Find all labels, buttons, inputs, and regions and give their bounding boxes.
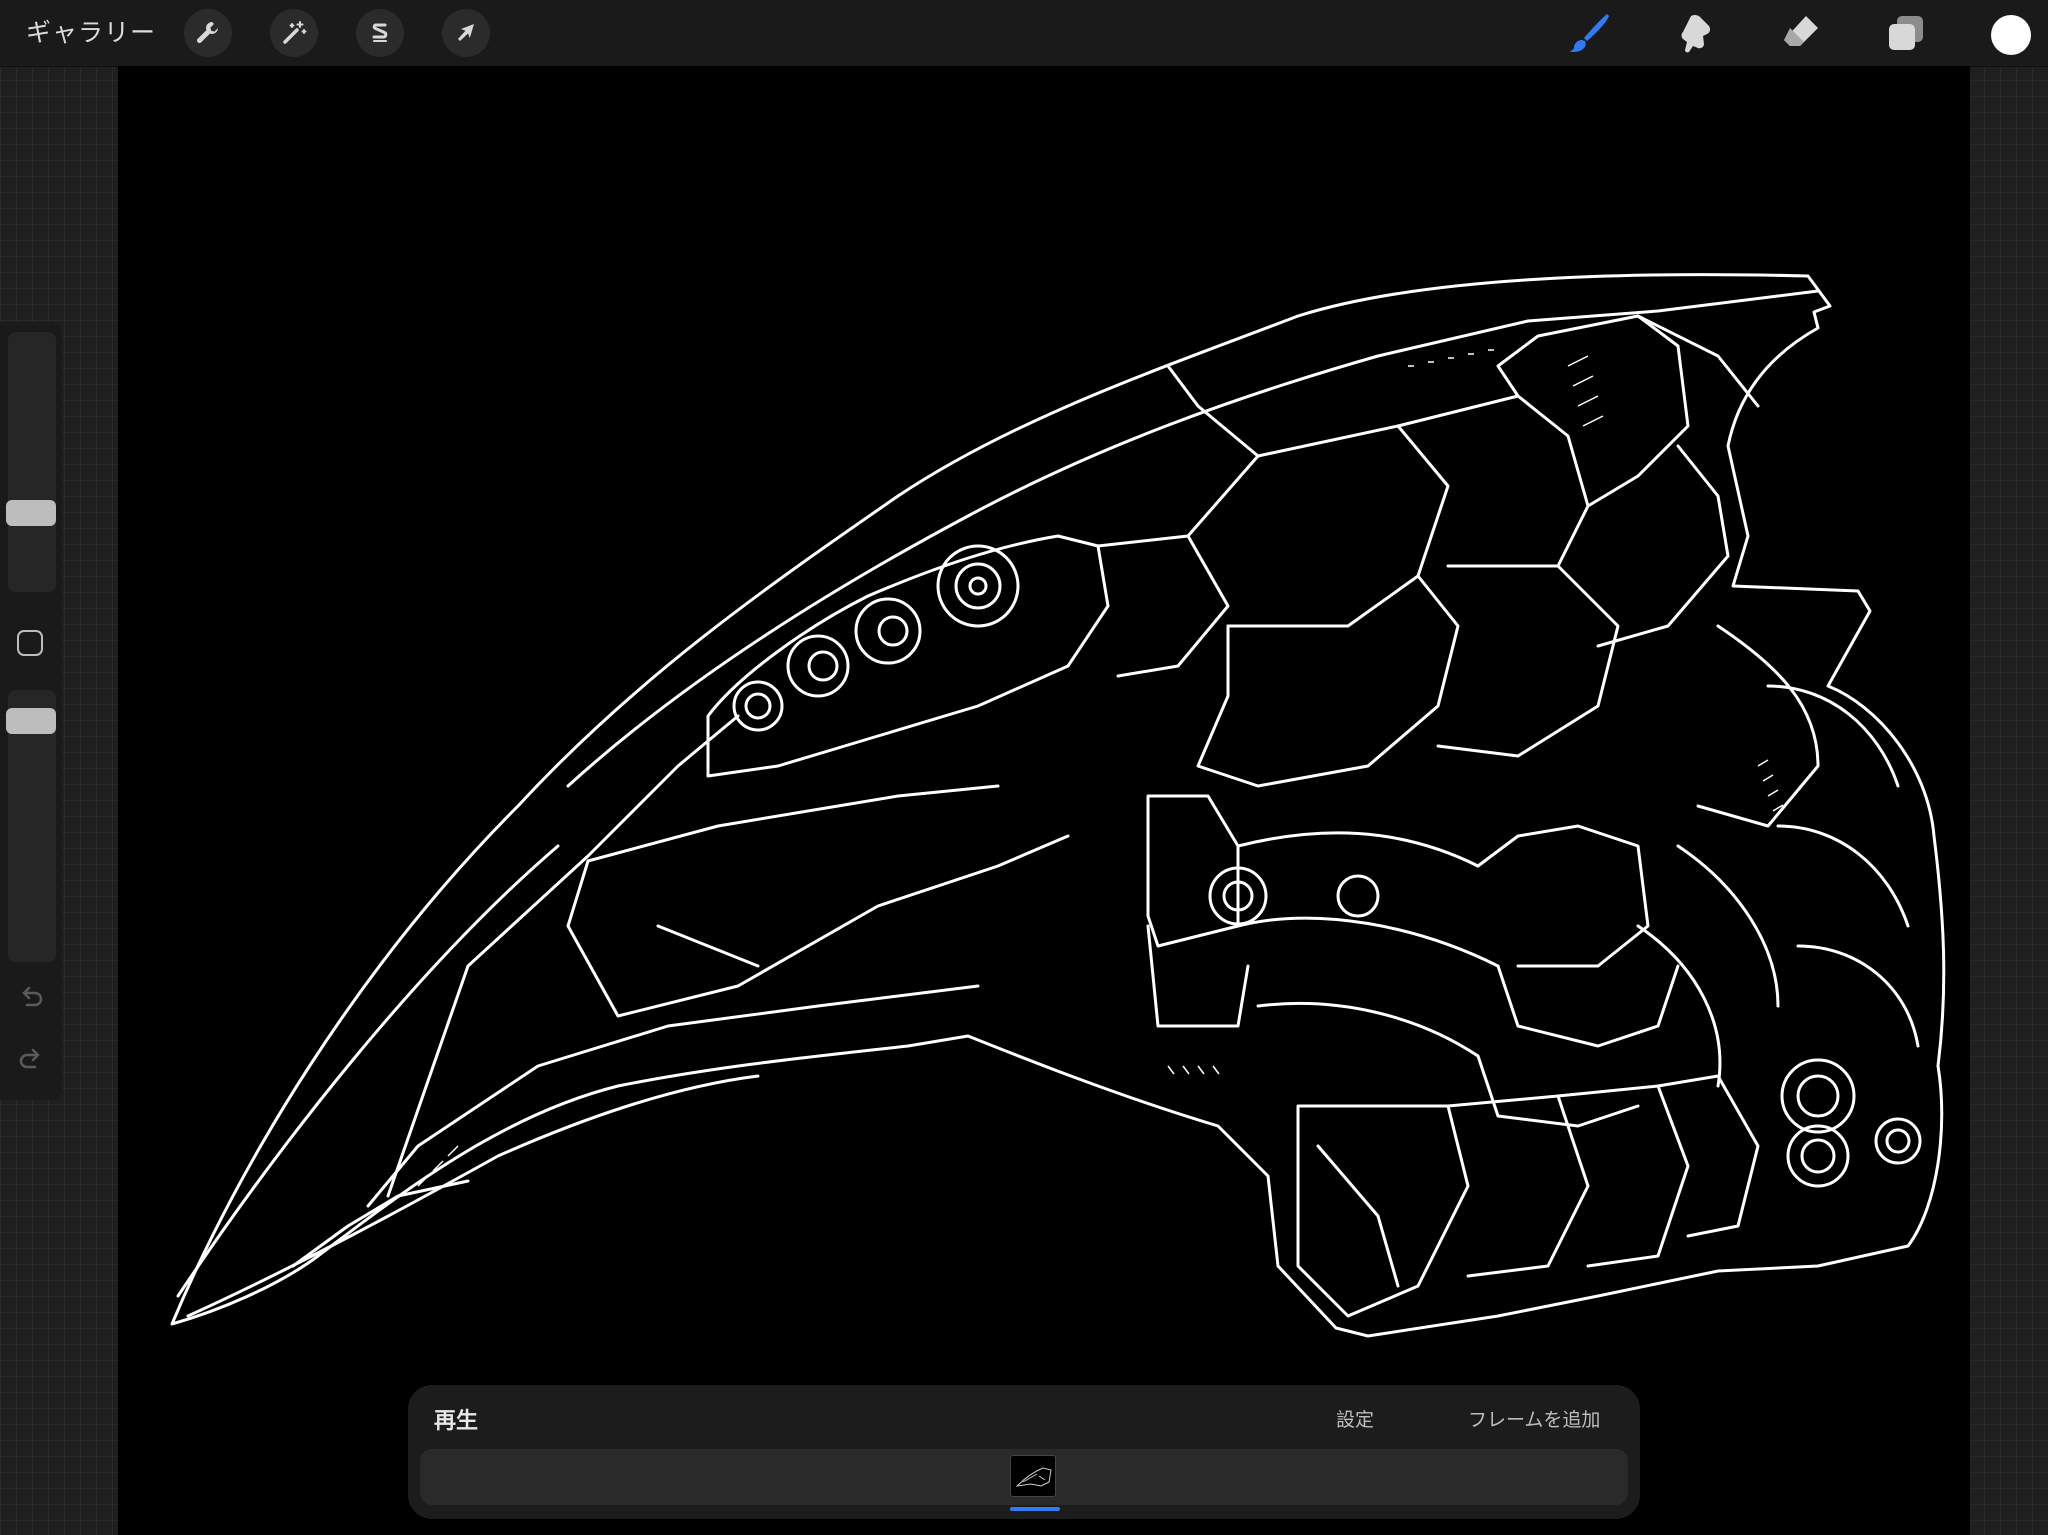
brush-size-thumb[interactable] — [6, 500, 56, 526]
animation-assist-panel: 再生 設定 フレームを追加 — [408, 1385, 1640, 1519]
drawing-canvas[interactable] — [118, 66, 1970, 1535]
color-picker-button[interactable] — [1991, 15, 2031, 55]
mech-helmet-line-art — [170, 273, 1946, 1338]
frame-thumbnail[interactable] — [1010, 1455, 1056, 1497]
undo-button[interactable] — [16, 982, 46, 1012]
arrow-cursor-icon — [458, 24, 474, 41]
brush-size-slider[interactable] — [8, 332, 56, 592]
smudge-icon — [1681, 14, 1711, 53]
layers-icon — [1889, 16, 1923, 50]
brush-icon — [1569, 14, 1609, 52]
eraser-tool[interactable] — [1776, 8, 1826, 58]
smudge-tool[interactable] — [1671, 8, 1721, 58]
brush-tool[interactable] — [1565, 8, 1615, 58]
add-frame-button[interactable]: フレームを追加 — [1468, 1405, 1600, 1432]
actions-button[interactable] — [184, 9, 232, 57]
undo-icon — [22, 986, 43, 1007]
frame-timeline[interactable] — [420, 1449, 1628, 1511]
gallery-button[interactable]: ギャラリー — [26, 13, 156, 53]
layers-tool[interactable] — [1881, 8, 1931, 58]
selection-s-icon — [372, 23, 388, 42]
play-button[interactable]: 再生 — [434, 1403, 478, 1435]
brush-sidebar — [0, 322, 62, 1100]
adjustments-button[interactable] — [270, 9, 318, 57]
wrench-icon — [197, 22, 218, 44]
brush-opacity-thumb[interactable] — [6, 708, 56, 734]
selection-button[interactable] — [356, 9, 404, 57]
eraser-icon — [1784, 16, 1818, 46]
modify-button[interactable] — [17, 630, 43, 656]
redo-button[interactable] — [16, 1044, 46, 1074]
transform-button[interactable] — [442, 9, 490, 57]
frame-preview-icon — [1015, 1467, 1052, 1487]
top-toolbar: ギャラリー — [0, 0, 2048, 67]
current-frame-indicator — [1010, 1507, 1060, 1511]
settings-button[interactable]: 設定 — [1336, 1405, 1374, 1432]
magic-wand-icon — [283, 21, 307, 44]
redo-icon — [19, 1048, 40, 1069]
